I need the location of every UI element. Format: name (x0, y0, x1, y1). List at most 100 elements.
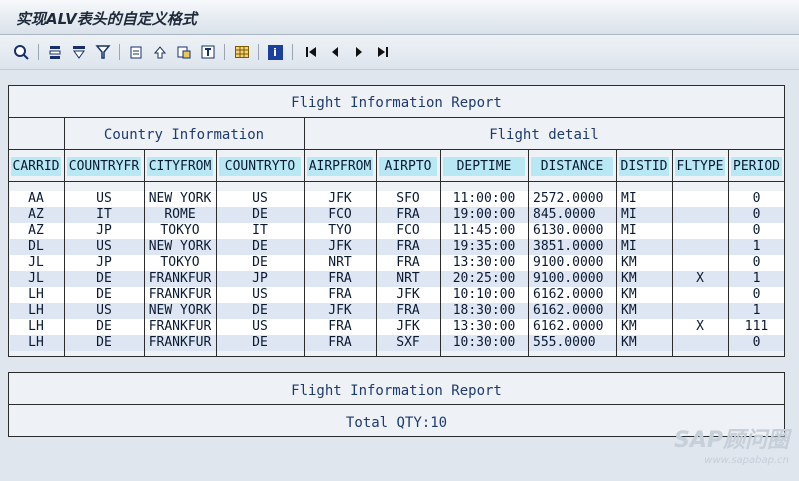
column-header-distid[interactable]: DISTID (619, 157, 669, 176)
column-header-airpfrom[interactable]: AIRPFROM (307, 157, 373, 176)
cell-period: 0 (752, 287, 761, 302)
cell-distance: 9100.0000 (533, 271, 604, 286)
cell-deptime: 10:30:00 (452, 335, 516, 350)
next-page-icon[interactable] (350, 43, 368, 61)
cell-cityfrom: TOKYO (160, 223, 200, 238)
cell-airpto: FRA (396, 255, 420, 270)
window-title: 实现ALV表头的自定义格式 (16, 10, 197, 28)
cell-carrid: DL (28, 239, 44, 254)
layout-icon[interactable] (233, 43, 251, 61)
cell-airpfrom: FRA (328, 287, 352, 302)
alv-toolbar: i (0, 35, 799, 70)
cell-cityfrom: NEW YORK (148, 239, 212, 254)
cell-cityfrom: TOKYO (160, 255, 200, 270)
previous-page-icon[interactable] (326, 43, 344, 61)
toolbar-separator (119, 44, 120, 60)
info-icon[interactable]: i (266, 43, 284, 61)
cell-countryto: DE (252, 335, 268, 350)
send-icon[interactable] (199, 43, 217, 61)
footer-title: Flight Information Report (291, 383, 502, 399)
column-header-fltype[interactable]: FLTYPE (675, 157, 725, 176)
cell-period: 0 (752, 335, 761, 350)
toolbar-separator (258, 44, 259, 60)
cell-airpto: JFK (396, 319, 420, 334)
first-page-icon[interactable] (302, 43, 320, 61)
cell-countryto: JP (252, 271, 268, 286)
cell-distid: KM (621, 271, 637, 286)
column-header-countryfr[interactable]: COUNTRYFR (67, 157, 141, 176)
cell-countryfr: IT (96, 207, 112, 222)
sort-ascending-icon[interactable] (46, 43, 64, 61)
cell-cityfrom: FRANKFUR (148, 287, 212, 302)
cell-airpfrom: JFK (328, 191, 352, 206)
title-bar: 实现ALV表头的自定义格式 (0, 0, 799, 35)
cell-countryto: DE (252, 303, 268, 318)
cell-countryfr: DE (96, 287, 112, 302)
cell-deptime: 11:45:00 (452, 223, 516, 238)
cell-distid: MI (621, 207, 637, 222)
footer-divider (8, 404, 785, 405)
cell-period: 0 (752, 223, 761, 238)
watermark-url: www.sapabap.cn (704, 455, 789, 466)
cell-countryto: DE (252, 239, 268, 254)
cell-airpto: FRA (396, 303, 420, 318)
cell-distance: 845.0000 (533, 207, 596, 222)
column-header-deptime[interactable]: DEPTIME (443, 157, 525, 176)
cell-distid: MI (621, 239, 637, 254)
cell-carrid: LH (28, 319, 44, 334)
cell-airpto: FCO (396, 223, 420, 238)
column-header-cityfrom[interactable]: CITYFROM (147, 157, 213, 176)
column-header-period[interactable]: PERIOD (731, 157, 782, 176)
cell-countryfr: DE (96, 319, 112, 334)
cell-carrid: LH (28, 287, 44, 302)
cell-deptime: 19:00:00 (452, 207, 516, 222)
cell-airpfrom: FRA (328, 319, 352, 334)
cell-fltype: X (696, 271, 704, 286)
cell-period: 111 (744, 319, 769, 334)
details-icon[interactable] (12, 43, 30, 61)
cell-distance: 6130.0000 (533, 223, 604, 238)
cell-countryto: DE (252, 255, 268, 270)
last-page-icon[interactable] (374, 43, 392, 61)
cell-deptime: 18:30:00 (452, 303, 516, 318)
filter-icon[interactable] (94, 43, 112, 61)
print-icon[interactable] (151, 43, 169, 61)
cell-fltype: X (696, 319, 704, 334)
group-flight-label: Flight detail (489, 127, 599, 143)
toolbar-separator (224, 44, 225, 60)
column-header-countryto[interactable]: COUNTRYTO (219, 157, 301, 176)
column-header-airpto[interactable]: AIRPTO (379, 157, 437, 176)
cell-carrid: AZ (28, 207, 44, 222)
cell-distid: KM (621, 335, 637, 350)
group-country-label: Country Information (103, 127, 265, 143)
report-title: Flight Information Report (291, 95, 502, 111)
cell-countryto: DE (252, 207, 268, 222)
cell-distance: 555.0000 (533, 335, 596, 350)
cell-distance: 2572.0000 (533, 191, 604, 206)
print-preview-icon[interactable] (175, 43, 193, 61)
cell-period: 1 (752, 271, 761, 286)
cell-countryfr: US (96, 191, 112, 206)
watermark: SAP顾问圈 www.sapabap.cn (674, 428, 789, 471)
cell-distid: KM (621, 255, 637, 270)
cell-airpfrom: FCO (328, 207, 352, 222)
cell-countryto: US (252, 287, 268, 302)
cell-distid: KM (621, 287, 637, 302)
cell-deptime: 19:35:00 (452, 239, 516, 254)
column-header-carrid[interactable]: CARRID (11, 157, 61, 176)
export-icon[interactable] (127, 43, 145, 61)
cell-period: 1 (752, 303, 761, 318)
cell-deptime: 11:00:00 (452, 191, 516, 206)
cell-carrid: JL (28, 271, 44, 286)
cell-deptime: 13:30:00 (452, 255, 516, 270)
sort-descending-icon[interactable] (70, 43, 88, 61)
toolbar-separator (292, 44, 293, 60)
cell-countryfr: DE (96, 335, 112, 350)
cell-distid: KM (621, 303, 637, 318)
watermark-brand: SAP顾问圈 (674, 428, 789, 453)
cell-airpto: SFO (396, 191, 420, 206)
header-divider (8, 149, 785, 150)
column-header-distance[interactable]: DISTANCE (531, 157, 613, 176)
cell-period: 0 (752, 255, 761, 270)
cell-cityfrom: ROME (164, 207, 196, 222)
